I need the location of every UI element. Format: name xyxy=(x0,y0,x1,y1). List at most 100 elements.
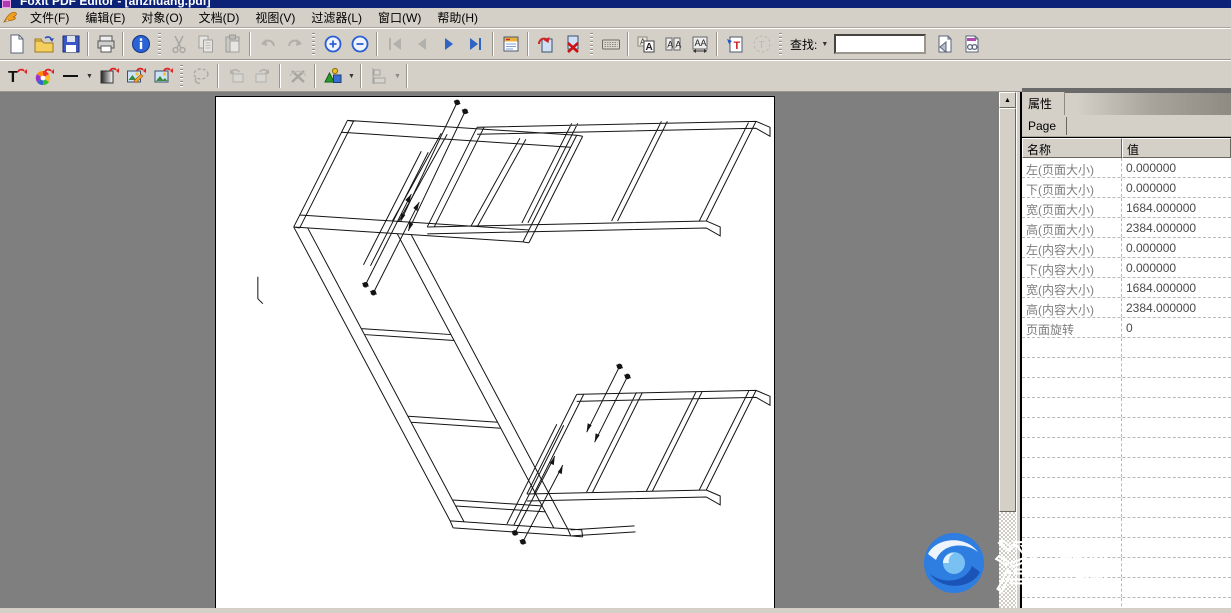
scroll-up-button[interactable]: ▲ xyxy=(999,92,1016,108)
property-value[interactable]: 0 xyxy=(1122,318,1231,337)
property-name: 页面旋转 xyxy=(1022,318,1122,337)
virtual-keyboard-button[interactable] xyxy=(597,31,624,57)
document-canvas[interactable] xyxy=(0,92,999,608)
property-row: 下(内容大小) 0.000000 xyxy=(1022,258,1231,278)
delete-page-button[interactable] xyxy=(559,31,586,57)
property-value[interactable]: 1684.000000 xyxy=(1122,278,1231,297)
align-objects-button[interactable] xyxy=(365,63,392,89)
next-page-button[interactable] xyxy=(435,31,462,57)
font-compare-button[interactable]: AA xyxy=(659,31,686,57)
property-value[interactable]: 2384.000000 xyxy=(1122,218,1231,237)
separator xyxy=(122,32,124,56)
panel-tab-row: Page xyxy=(1022,115,1231,137)
first-page-button[interactable] xyxy=(381,31,408,57)
properties-panel: 属性 Page 名称 值 左(页面大小) 0.000000 下(页面大小) xyxy=(1022,88,1231,608)
toolbar-grip[interactable] xyxy=(312,33,315,55)
property-row-empty xyxy=(1022,518,1231,538)
separator xyxy=(314,64,316,88)
page-properties-icon xyxy=(500,33,522,55)
document-info-button[interactable] xyxy=(127,31,154,57)
property-row: 左(页面大小) 0.000000 xyxy=(1022,158,1231,178)
select-object-button[interactable] xyxy=(187,63,214,89)
find-options-dropdown[interactable]: ▼ xyxy=(819,31,830,57)
paste-button[interactable] xyxy=(219,31,246,57)
menu-item-window[interactable]: 窗口(W) xyxy=(370,7,429,28)
add-line-button[interactable] xyxy=(57,63,84,89)
property-value[interactable]: 1684.000000 xyxy=(1122,198,1231,217)
menu-item-document[interactable]: 文档(D) xyxy=(191,7,248,28)
new-button[interactable] xyxy=(3,31,30,57)
last-page-icon xyxy=(465,33,487,55)
lasso-icon xyxy=(190,65,212,87)
column-header-value[interactable]: 值 xyxy=(1122,138,1231,158)
property-value[interactable]: 2384.000000 xyxy=(1122,298,1231,317)
open-button[interactable] xyxy=(30,31,57,57)
font-width-button[interactable]: AA xyxy=(686,31,713,57)
menu-bar: 文件(F) 编辑(E) 对象(O) 文档(D) 视图(V) 过滤器(L) 窗口(… xyxy=(0,8,1231,28)
zoom-in-icon xyxy=(322,33,344,55)
property-row-empty xyxy=(1022,598,1231,608)
find-input[interactable] xyxy=(834,34,926,54)
add-text-button[interactable]: T xyxy=(3,63,30,89)
column-header-name[interactable]: 名称 xyxy=(1022,138,1122,158)
embed-text-button[interactable]: T xyxy=(721,31,748,57)
property-value[interactable]: 0.000000 xyxy=(1122,178,1231,197)
find-next-icon xyxy=(960,33,982,55)
text-circle-button[interactable]: T xyxy=(748,31,775,57)
tab-page[interactable]: Page xyxy=(1022,117,1067,135)
add-shading-button[interactable] xyxy=(95,63,122,89)
document-logo-icon xyxy=(2,10,18,26)
scroll-thumb[interactable] xyxy=(999,108,1016,512)
previous-page-button[interactable] xyxy=(408,31,435,57)
print-button[interactable] xyxy=(92,31,119,57)
find-next-button[interactable] xyxy=(957,31,984,57)
delete-object-button[interactable] xyxy=(284,63,311,89)
property-row: 高(内容大小) 2384.000000 xyxy=(1022,298,1231,318)
rotate-right-button[interactable] xyxy=(249,63,276,89)
menu-item-view[interactable]: 视图(V) xyxy=(247,7,303,28)
menu-item-filter[interactable]: 过滤器(L) xyxy=(303,7,370,28)
toolbar-grip[interactable] xyxy=(158,33,161,55)
pdf-page[interactable] xyxy=(215,96,775,608)
property-value[interactable]: 0.000000 xyxy=(1122,258,1231,277)
menu-item-object[interactable]: 对象(O) xyxy=(133,7,190,28)
add-image-button[interactable] xyxy=(149,63,176,89)
info-icon xyxy=(130,33,152,55)
canvas-vertical-scrollbar[interactable]: ▲ xyxy=(999,92,1016,608)
menu-item-file[interactable]: 文件(F) xyxy=(22,7,77,28)
zoom-out-button[interactable] xyxy=(346,31,373,57)
add-shape-dropdown[interactable]: ▼ xyxy=(346,63,357,89)
property-row-empty xyxy=(1022,538,1231,558)
copy-button[interactable] xyxy=(192,31,219,57)
page-properties-button[interactable] xyxy=(497,31,524,57)
toolbar-grip[interactable] xyxy=(590,33,593,55)
find-previous-button[interactable] xyxy=(930,31,957,57)
align-dropdown[interactable]: ▼ xyxy=(392,63,403,89)
property-name: 高(内容大小) xyxy=(1022,298,1122,317)
zoom-in-button[interactable] xyxy=(319,31,346,57)
insert-page-button[interactable] xyxy=(532,31,559,57)
cut-button[interactable] xyxy=(165,31,192,57)
menu-item-help[interactable]: 帮助(H) xyxy=(429,7,486,28)
toolbar-grip[interactable] xyxy=(180,65,183,87)
property-value[interactable]: 0.000000 xyxy=(1122,238,1231,257)
toolbar-grip[interactable] xyxy=(779,33,782,55)
undo-button[interactable] xyxy=(254,31,281,57)
paste-icon xyxy=(222,33,244,55)
delete-page-icon xyxy=(562,33,584,55)
property-row-empty xyxy=(1022,418,1231,438)
redo-button[interactable] xyxy=(281,31,308,57)
property-value[interactable]: 0.000000 xyxy=(1122,158,1231,177)
save-button[interactable] xyxy=(57,31,84,57)
add-color-button[interactable] xyxy=(30,63,57,89)
menu-item-edit[interactable]: 编辑(E) xyxy=(77,7,133,28)
add-shape-button[interactable] xyxy=(319,63,346,89)
add-line-icon xyxy=(60,65,82,87)
edit-image-button[interactable] xyxy=(122,63,149,89)
property-name: 左(内容大小) xyxy=(1022,238,1122,257)
tab-properties[interactable]: 属性 xyxy=(1022,92,1065,115)
add-line-dropdown[interactable]: ▼ xyxy=(84,63,95,89)
rotate-left-button[interactable] xyxy=(222,63,249,89)
font-replace-button[interactable]: AA xyxy=(632,31,659,57)
last-page-button[interactable] xyxy=(462,31,489,57)
